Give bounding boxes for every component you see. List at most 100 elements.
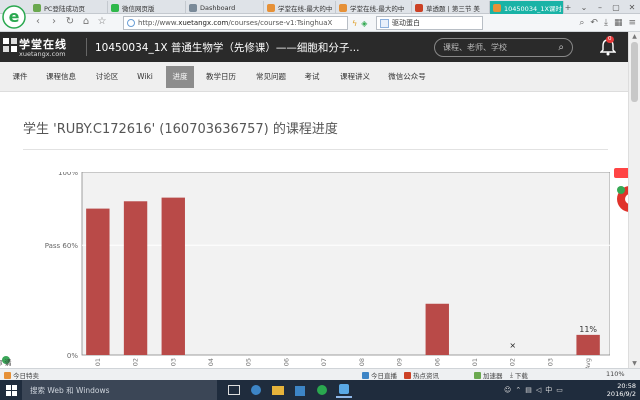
site-logo[interactable]: 学堂在线 xuetangx.com <box>0 34 86 60</box>
site-header: 学堂在线 xuetangx.com 10450034_1X 普通生物学（先修课）… <box>0 32 628 62</box>
site-globe-icon <box>127 19 135 27</box>
scrollbar-thumb[interactable] <box>631 42 638 102</box>
minimize-icon[interactable]: – <box>592 3 608 12</box>
lightning-icon[interactable]: ϟ <box>352 19 357 28</box>
y-tick-label: 0% <box>67 352 78 360</box>
x-tick-label: 04 <box>207 358 215 366</box>
course-nav-item[interactable]: 常见问题 <box>250 62 292 92</box>
course-nav-item[interactable]: 讨论区 <box>90 62 124 92</box>
feedback-link[interactable]: 请你留言 <box>0 357 12 368</box>
forward-icon[interactable]: › <box>48 16 60 27</box>
browser-tab[interactable]: 10450034_1X课时 <box>490 1 564 14</box>
new-tab-button[interactable]: + <box>560 3 576 12</box>
extensions-icon[interactable]: ▦ <box>614 18 623 28</box>
tab-favicon-icon <box>493 3 501 12</box>
store-icon[interactable] <box>292 382 308 398</box>
refresh-icon[interactable]: ↻ <box>64 16 76 27</box>
browser-tab[interactable]: 学堂在线-最大的中 <box>336 1 412 14</box>
search-icon[interactable]: ⌕ <box>558 42 564 53</box>
x-tick-label: 08 <box>358 358 366 366</box>
x-tick-label: 05 <box>245 358 253 366</box>
status-news[interactable]: 热点资讯 <box>404 370 439 380</box>
task-view-icon[interactable] <box>226 382 242 398</box>
address-actions: ϟ ◈ <box>352 16 367 30</box>
tab-favicon-icon <box>339 3 347 12</box>
search-icon[interactable]: ⌕ <box>579 18 584 28</box>
tab-controls: + ⌄ – ▢ ✕ <box>560 0 640 14</box>
header-divider <box>86 38 87 56</box>
browser-status-bar: 今日特卖 今日直播 热点资讯 加速器 ⤓ 下载 110% <box>0 368 640 380</box>
notification-center-icon[interactable]: ▭ <box>556 386 563 394</box>
tab-label: 10450034_1X课时 <box>504 4 562 13</box>
progress-bar <box>86 208 110 355</box>
x-tick-label: 01 <box>471 358 479 366</box>
scroll-down-icon[interactable]: ▼ <box>629 360 640 367</box>
edge-icon[interactable] <box>248 382 264 398</box>
xuetangx-logo-icon <box>3 38 17 52</box>
course-nav-item[interactable]: 微信公众号 <box>382 62 432 92</box>
status-accelerator[interactable]: 加速器 <box>474 370 503 380</box>
status-zoom[interactable]: 110% <box>606 370 625 378</box>
security-shield-icon[interactable]: ◈ <box>361 19 367 28</box>
status-live[interactable]: 今日直播 <box>362 370 397 380</box>
browser-tab[interactable]: Dashboard <box>186 1 264 14</box>
x-tick-label: 09 <box>396 358 404 366</box>
browser-taskbar-icon[interactable] <box>314 382 330 398</box>
start-button[interactable] <box>0 380 22 400</box>
history-icon[interactable]: ↶ <box>590 18 598 28</box>
deals-icon <box>4 371 11 379</box>
course-nav-item[interactable]: 教学日历 <box>200 62 242 92</box>
taskbar-clock[interactable]: 20:58 2016/9/2 <box>596 382 636 398</box>
explorer-icon[interactable] <box>270 382 286 398</box>
page-title: 学生 'RUBY.C172616' (1607036367​57) 的课程进度 <box>23 122 338 137</box>
course-nav-item[interactable]: 进度 <box>166 66 194 88</box>
tray-up-icon[interactable]: ⌃ <box>515 386 521 394</box>
input-method-icon[interactable]: 中 <box>545 385 552 395</box>
live-icon <box>362 371 369 379</box>
tab-list-icon[interactable]: ⌄ <box>576 3 592 12</box>
browser-tab[interactable]: 学堂在线-最大的中 <box>264 1 336 14</box>
taskbar-search-box[interactable]: 搜索 Web 和 Windows <box>22 380 217 400</box>
system-tray: ☺ ⌃ ▤ ◁ 中 ▭ <box>504 380 563 400</box>
download-icon[interactable]: ⤓ <box>604 18 608 28</box>
course-nav-item[interactable]: 课程信息 <box>40 62 82 92</box>
floating-ad-widget[interactable] <box>612 166 628 218</box>
close-window-icon[interactable]: ✕ <box>624 3 640 12</box>
person-icon[interactable]: ☺ <box>504 386 511 394</box>
browser-tab[interactable]: PC登陆成功页 <box>30 1 108 14</box>
browser-search-box[interactable]: 驱动蛋白 <box>376 16 483 30</box>
maximize-icon[interactable]: ▢ <box>608 3 624 12</box>
tab-favicon-icon <box>111 3 119 12</box>
back-icon[interactable]: ‹ <box>32 16 44 27</box>
vertical-scrollbar[interactable]: ▲ ▼ <box>628 32 640 368</box>
y-tick-label: Pass 60% <box>45 242 79 250</box>
notification-badge: 0 <box>606 36 614 43</box>
browser-tab[interactable]: 微信网页版 <box>108 1 186 14</box>
x-tick-label: 07 <box>320 358 328 366</box>
svg-text:e: e <box>9 7 20 26</box>
volume-icon[interactable]: ◁ <box>536 386 541 394</box>
app-taskbar-icon[interactable] <box>336 382 352 398</box>
accelerator-icon <box>474 371 481 379</box>
site-search-input[interactable]: 课程、老师、学校 ⌕ <box>434 38 573 57</box>
tab-label: Dashboard <box>200 3 236 12</box>
progress-bar <box>161 197 185 355</box>
course-nav-item[interactable]: Wiki <box>132 62 158 92</box>
menu-icon[interactable]: ≡ <box>628 18 636 28</box>
scroll-up-icon[interactable]: ▲ <box>629 33 640 40</box>
windows-taskbar: 搜索 Web 和 Windows ☺ ⌃ ▤ ◁ 中 ▭ 20:58 2016/… <box>0 380 640 400</box>
status-download[interactable]: ⤓ 下载 <box>510 370 528 381</box>
tab-label: 草透题 | 第三节 美 <box>426 4 480 13</box>
status-deals[interactable]: 今日特卖 <box>4 370 39 380</box>
browser-tab[interactable]: 草透题 | 第三节 美 <box>412 1 490 14</box>
search-engine-icon <box>380 18 389 28</box>
favorites-icon[interactable]: ☆ <box>96 16 108 27</box>
home-icon[interactable]: ⌂ <box>80 16 92 27</box>
tab-label: 微信网页版 <box>122 4 155 13</box>
course-nav-item[interactable]: 课程讲义 <box>334 62 376 92</box>
network-icon[interactable]: ▤ <box>525 386 532 394</box>
address-bar[interactable]: http://www. xuetangx.com/courses/course-v… <box>123 16 348 30</box>
course-nav-item[interactable]: 课件 <box>8 62 32 92</box>
course-nav-item[interactable]: 考试 <box>300 62 324 92</box>
course-nav: 课件 课程信息 讨论区 Wiki 进度 教学日历 常见问题 考试 课程讲义 微信公众号 <box>0 62 628 92</box>
